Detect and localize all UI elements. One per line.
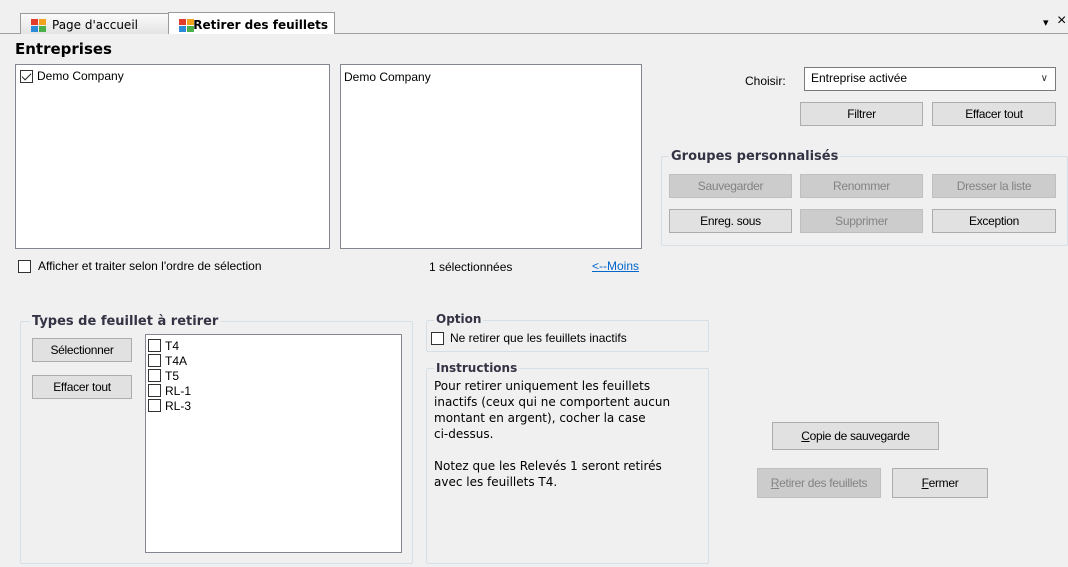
custom-groups-title: Groupes personnalisés [669,149,841,164]
slip-type-checkbox[interactable] [148,399,161,412]
save-as-group-button[interactable]: Enreg. sous [669,209,792,233]
instructions-line: inactifs (ceux qui ne comportent aucun [434,395,671,409]
choose-label: Choisir: [745,74,786,88]
instructions-line: avec les feuillets T4. [434,475,558,489]
close-button[interactable]: Fermer [892,468,988,498]
app-logo-icon [31,18,47,32]
list-item[interactable]: T4 [146,338,401,353]
list-item[interactable]: Demo Company [344,70,431,84]
remove-mnemonic: R [770,476,780,490]
slip-type-label: T4 [165,338,180,353]
list-item[interactable]: T5 [146,368,401,383]
tab-remove-slips-label: Retirer des feuillets [193,17,328,32]
delete-group-button[interactable]: Supprimer [800,209,923,233]
company-checkbox[interactable] [20,69,33,83]
selected-count: 1 sélectionnées [429,260,513,274]
backup-label: opie de sauvegarde [809,429,910,443]
slip-types-list[interactable]: T4 T4A T5 RL-1 RL-3 [145,334,402,553]
slip-type-checkbox[interactable] [148,354,161,367]
instructions-line: ci-dessus. [434,427,494,441]
slip-type-checkbox[interactable] [148,369,161,382]
slip-type-checkbox[interactable] [148,384,161,397]
chevron-down-icon: ∨ [1040,73,1048,84]
instructions-line: Pour retirer uniquement les feuillets [434,379,651,393]
tab-remove-slips[interactable]: Retirer des feuillets [168,12,335,34]
rename-group-button[interactable]: Renommer [800,174,923,198]
choose-value: Entreprise activée [811,71,908,85]
close-tab-icon[interactable]: × [1057,12,1066,30]
inactive-only-row[interactable]: Ne retirer que les feuillets inactifs [431,331,627,345]
instructions-text: Pour retirer uniquement les feuillets in… [434,378,670,490]
slip-types-title: Types de feuillet à retirer [30,314,221,329]
backup-copy-button[interactable]: Copie de sauvegarde [772,422,939,450]
company-label: Demo Company [37,69,124,83]
option-title: Option [434,312,484,326]
close-label: ermer [928,476,959,490]
slip-type-checkbox[interactable] [148,339,161,352]
filter-button[interactable]: Filtrer [800,102,923,126]
remove-slips-button[interactable]: Retirer des feuillets [757,468,881,498]
list-item[interactable]: Demo Company [20,69,124,83]
clear-all-slip-types-button[interactable]: Effacer tout [32,375,132,399]
instructions-title: Instructions [434,361,520,375]
order-checkbox[interactable] [18,259,31,273]
select-slip-types-button[interactable]: Sélectionner [32,338,132,362]
list-groups-button[interactable]: Dresser la liste [932,174,1056,198]
order-checkbox-row[interactable]: Afficher et traiter selon l'ordre de sél… [18,259,262,273]
list-item[interactable]: RL-3 [146,398,401,413]
choose-combobox[interactable]: Entreprise activée ∨ [804,67,1056,91]
tab-home[interactable]: Page d'accueil [20,13,169,34]
tab-strip: Page d'accueil Retirer des feuillets ▾ × [0,0,1068,34]
selected-companies-list[interactable]: Demo Company [340,64,642,249]
list-item[interactable]: T4A [146,353,401,368]
tab-list-dropdown-icon[interactable]: ▾ [1043,16,1049,29]
inactive-only-checkbox[interactable] [431,331,444,345]
app-logo-icon [179,18,194,32]
slip-type-label: T4A [165,353,188,368]
tab-home-label: Page d'accueil [52,18,138,32]
less-link[interactable]: <--Moins [592,259,639,273]
remove-label: etirer des feuillets [779,476,868,490]
available-companies-list[interactable]: Demo Company [15,64,330,249]
exception-button[interactable]: Exception [932,209,1056,233]
instructions-line: montant en argent), cocher la case [434,411,646,425]
close-mnemonic: F [921,476,929,490]
companies-title: Entreprises [15,40,112,58]
instructions-line: Notez que les Relevés 1 seront retirés [434,459,662,473]
list-item[interactable]: RL-1 [146,383,401,398]
order-checkbox-label: Afficher et traiter selon l'ordre de sél… [38,259,262,273]
slip-type-label: RL-3 [165,398,192,413]
inactive-only-label: Ne retirer que les feuillets inactifs [450,331,627,345]
backup-mnemonic: C [801,429,810,443]
slip-type-label: RL-1 [165,383,192,398]
slip-type-label: T5 [165,368,180,383]
save-group-button[interactable]: Sauvegarder [669,174,792,198]
clear-all-companies-button[interactable]: Effacer tout [932,102,1056,126]
